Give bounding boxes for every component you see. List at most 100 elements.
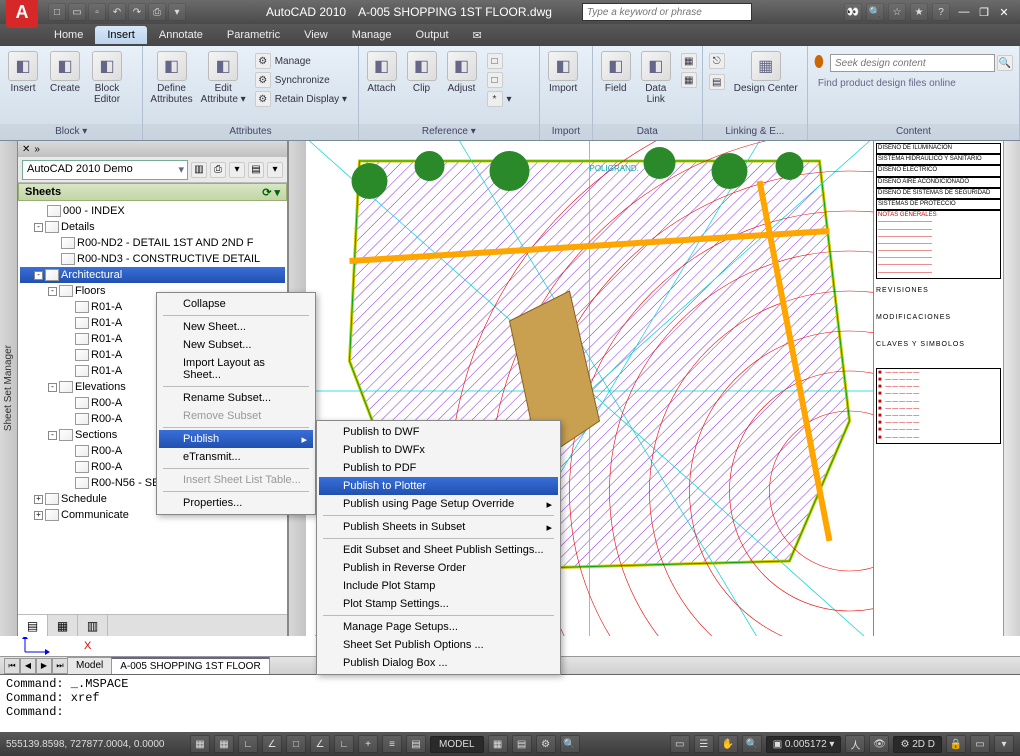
help-icon[interactable]: ? — [932, 3, 950, 21]
print-icon[interactable]: ⎙ — [148, 3, 166, 21]
publish-submenu[interactable]: Publish to DWFPublish to DWFxPublish to … — [316, 420, 561, 675]
tab-prev[interactable]: ◀ — [20, 658, 36, 674]
favorites-icon[interactable]: ★ — [910, 3, 928, 21]
sheetset-btn[interactable]: ▾ — [229, 162, 245, 178]
comm-center-icon[interactable]: ☆ — [888, 3, 906, 21]
sb-max[interactable]: ▭ — [670, 735, 690, 753]
tab-last[interactable]: ⏭ — [52, 658, 68, 674]
tab-next[interactable]: ▶ — [36, 658, 52, 674]
sb-tray[interactable]: ▾ — [994, 735, 1014, 753]
search-icon[interactable]: 🔍 — [997, 55, 1013, 71]
import-button[interactable]: ◧Import — [543, 49, 583, 96]
seek-link[interactable]: Find product design files online — [814, 76, 1013, 91]
layout-tab[interactable]: A-005 SHOPPING 1ST FLOOR — [111, 657, 269, 674]
expand-icon[interactable]: + — [34, 495, 43, 504]
redo-icon[interactable]: ↷ — [128, 3, 146, 21]
sb-nav[interactable]: ☰ — [694, 735, 714, 753]
panel-title[interactable]: Reference ▾ — [359, 124, 540, 140]
data-opt[interactable]: ▦ — [678, 52, 700, 70]
tab-parametric[interactable]: Parametric — [215, 26, 292, 44]
ref-opt[interactable]: □ — [484, 71, 515, 89]
sheetset-btn[interactable]: ▤ — [248, 162, 264, 178]
tab-view[interactable]: View — [292, 26, 340, 44]
sb-otrack[interactable]: ∠ — [310, 735, 330, 753]
sb-anno[interactable]: 人 — [845, 735, 865, 753]
sb-clean[interactable]: ▭ — [970, 735, 990, 753]
design-center-button[interactable]: ▦ Design Center — [730, 49, 802, 96]
menu-publish-sheets-in-subset[interactable]: Publish Sheets in Subset — [319, 518, 558, 536]
menu-sheet-set-publish-options-[interactable]: Sheet Set Publish Options ... — [319, 636, 558, 654]
sb-dyn[interactable]: + — [358, 735, 378, 753]
tree-item[interactable]: -Architectural — [20, 267, 285, 283]
edit-button[interactable]: ◧EditAttribute ▾ — [197, 49, 250, 107]
anno-scale[interactable]: ▣ 0.005172 ▾ — [766, 736, 842, 753]
menu-publish-to-plotter[interactable]: Publish to Plotter — [319, 477, 558, 495]
context-menu[interactable]: CollapseNew Sheet...New Subset...Import … — [156, 292, 316, 515]
sb-zoom[interactable]: 🔍 — [742, 735, 762, 753]
qat-more-icon[interactable]: ▾ — [168, 3, 186, 21]
ref-opt[interactable]: *▾ — [484, 90, 515, 108]
expand-icon[interactable]: - — [48, 431, 57, 440]
adjust-button[interactable]: ◧Adjust — [442, 49, 482, 96]
sb-btn[interactable]: 🔍 — [560, 735, 580, 753]
menu-include-plot-stamp[interactable]: Include Plot Stamp — [319, 577, 558, 595]
menu-publish-using-page-setup-override[interactable]: Publish using Page Setup Override — [319, 495, 558, 513]
menu-publish-in-reverse-order[interactable]: Publish in Reverse Order — [319, 559, 558, 577]
tree-item[interactable]: R00-ND3 - CONSTRUCTIVE DETAIL — [20, 251, 285, 267]
sb-polar[interactable]: ∠ — [262, 735, 282, 753]
close-palette-icon[interactable]: ✕ — [22, 144, 30, 155]
workspace-switch[interactable]: ⚙ 2D D — [893, 736, 942, 753]
attr-manage[interactable]: ⚙Manage — [252, 52, 350, 70]
expand-icon[interactable]: - — [48, 287, 57, 296]
data-button[interactable]: ◧DataLink — [636, 49, 676, 107]
insert-button[interactable]: ◧Insert — [3, 49, 43, 96]
expand-icon[interactable]: + — [34, 511, 43, 520]
attach-button[interactable]: ◧Attach — [362, 49, 402, 96]
sb-lock[interactable]: 🔒 — [946, 735, 966, 753]
sb-btn[interactable]: ▤ — [512, 735, 532, 753]
attr-retain-display-[interactable]: ⚙Retain Display ▾ — [252, 90, 350, 108]
menu-publish-to-dwf[interactable]: Publish to DWF — [319, 423, 558, 441]
sheetset-btn[interactable]: ⎙ — [210, 162, 226, 178]
undo-icon[interactable]: ↶ — [108, 3, 126, 21]
ref-opt[interactable]: □ — [484, 52, 515, 70]
tab-output[interactable]: Output — [404, 26, 461, 44]
vertical-scrollbar[interactable] — [1003, 141, 1020, 636]
sb-pan[interactable]: ✋ — [718, 735, 738, 753]
mail-icon[interactable]: ✉ — [461, 26, 494, 45]
expand-icon[interactable]: - — [48, 383, 57, 392]
field-button[interactable]: ◧Field — [596, 49, 636, 107]
dock-icon[interactable]: » — [34, 144, 40, 155]
menu-new-sheet-[interactable]: New Sheet... — [159, 318, 313, 336]
menu-etransmit-[interactable]: eTransmit... — [159, 448, 313, 466]
command-line[interactable]: Command: _.MSPACECommand: xrefCommand: — [0, 674, 1020, 732]
expand-icon[interactable]: - — [34, 271, 43, 280]
data-opt[interactable]: ▦ — [678, 71, 700, 89]
create-button[interactable]: ◧Create — [45, 49, 85, 96]
save-icon[interactable]: ▫ — [88, 3, 106, 21]
menu-publish-to-pdf[interactable]: Publish to PDF — [319, 459, 558, 477]
sheet-set-manager-bar[interactable]: Sheet Set Manager — [0, 141, 18, 636]
sb-annovis[interactable]: 👁 — [869, 735, 889, 753]
tab-insert[interactable]: Insert — [95, 26, 147, 44]
sb-osnap[interactable]: □ — [286, 735, 306, 753]
infocenter-search-icon[interactable]: 🔍 — [866, 3, 884, 21]
tree-item[interactable]: -Details — [20, 219, 285, 235]
sb-ortho[interactable]: ∟ — [238, 735, 258, 753]
seek-search-input[interactable] — [830, 54, 995, 72]
menu-rename-subset-[interactable]: Rename Subset... — [159, 389, 313, 407]
link-opt[interactable]: ▤ — [706, 73, 728, 91]
open-icon[interactable]: ▭ — [68, 3, 86, 21]
menu-collapse[interactable]: Collapse — [159, 295, 313, 313]
link-opt[interactable]: ⎋ — [706, 52, 728, 70]
menu-import-layout-as-sheet-[interactable]: Import Layout as Sheet... — [159, 354, 313, 384]
attr-synchronize[interactable]: ⚙Synchronize — [252, 71, 350, 89]
tab-first[interactable]: ⏮ — [4, 658, 20, 674]
menu-publish-to-dwfx[interactable]: Publish to DWFx — [319, 441, 558, 459]
block-button[interactable]: ◧BlockEditor — [87, 49, 127, 107]
refresh-icon[interactable]: ⟳ ▾ — [262, 186, 280, 199]
tab-manage[interactable]: Manage — [340, 26, 404, 44]
sb-grid[interactable]: ▦ — [214, 735, 234, 753]
sb-qp[interactable]: ▤ — [406, 735, 426, 753]
tab-annotate[interactable]: Annotate — [147, 26, 215, 44]
